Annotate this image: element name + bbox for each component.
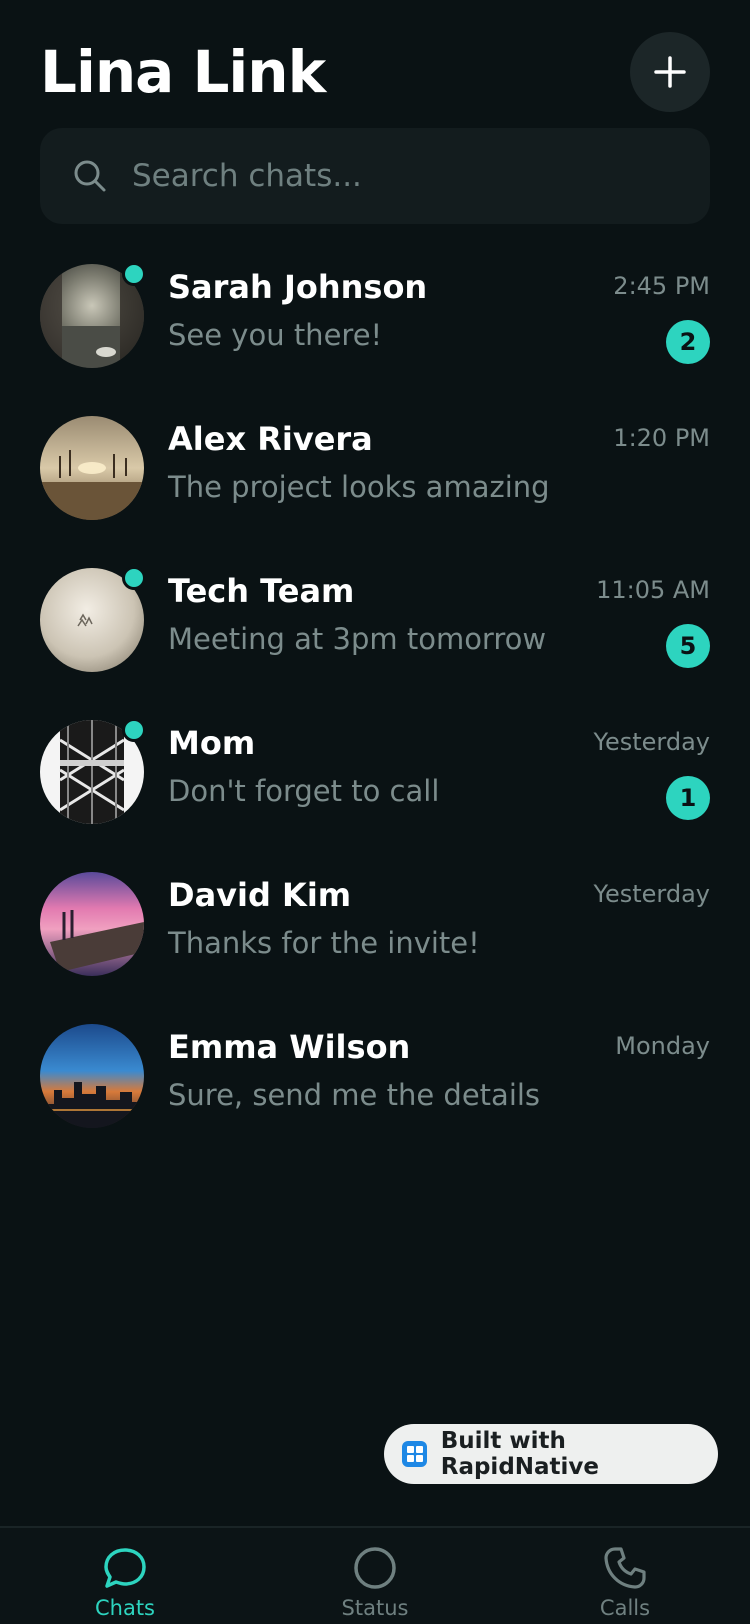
- tab-label: Calls: [599, 1596, 651, 1620]
- avatar: [40, 1024, 144, 1128]
- avatar-container: [40, 262, 146, 368]
- unread-count-badge: 5: [666, 624, 710, 668]
- built-with-badge[interactable]: Built with RapidNative: [384, 1424, 718, 1484]
- avatar-container: [40, 566, 146, 672]
- online-indicator: [122, 262, 146, 286]
- last-message: The project looks amazing: [168, 470, 550, 504]
- rapidnative-logo-icon: [402, 1441, 427, 1467]
- message-time: Yesterday: [593, 880, 710, 908]
- contact-name: Mom: [168, 724, 256, 762]
- contact-name: Sarah Johnson: [168, 268, 428, 306]
- chat-item-tech-team[interactable]: Tech Team Meeting at 3pm tomorrow 11:05 …: [40, 560, 710, 712]
- message-time: Yesterday: [593, 728, 710, 756]
- chat-bubble-icon: [104, 1548, 146, 1588]
- message-time: 2:45 PM: [613, 272, 710, 300]
- new-chat-button[interactable]: [630, 32, 710, 112]
- message-time: 1:20 PM: [613, 424, 710, 452]
- unread-count-badge: 1: [666, 776, 710, 820]
- last-message: Don't forget to call: [168, 774, 440, 808]
- contact-name: Emma Wilson: [168, 1028, 411, 1066]
- bottom-tab-bar: Chats Status Calls: [0, 1526, 750, 1624]
- status-circle-icon: [354, 1547, 396, 1589]
- tab-label: Chats: [94, 1596, 156, 1620]
- message-time: Monday: [615, 1032, 710, 1060]
- chat-list: Sarah Johnson See you there! 2:45 PM 2 A…: [40, 256, 710, 1168]
- search-input[interactable]: [132, 150, 672, 202]
- avatar-container: [40, 1024, 144, 1128]
- avatar-container: [40, 872, 144, 976]
- badge-label: Built with RapidNative: [440, 1428, 600, 1480]
- contact-name: Alex Rivera: [168, 420, 373, 458]
- contact-name: Tech Team: [168, 572, 355, 610]
- message-time: 11:05 AM: [596, 576, 710, 604]
- contact-name: David Kim: [168, 876, 352, 914]
- phone-icon: [604, 1547, 646, 1589]
- chat-item-david-kim[interactable]: David Kim Thanks for the invite! Yesterd…: [40, 864, 710, 1016]
- chat-item-emma-wilson[interactable]: Emma Wilson Sure, send me the details Mo…: [40, 1016, 710, 1168]
- search-bar[interactable]: [40, 128, 710, 224]
- header: Lina Link: [40, 30, 710, 114]
- avatar: [40, 872, 144, 976]
- avatar-container: [40, 718, 146, 824]
- page-title: Lina Link: [40, 38, 326, 106]
- chat-item-alex-rivera[interactable]: Alex Rivera The project looks amazing 1:…: [40, 408, 710, 560]
- online-indicator: [122, 566, 146, 590]
- last-message: Meeting at 3pm tomorrow: [168, 622, 547, 656]
- unread-count-badge: 2: [666, 320, 710, 364]
- tab-label: Status: [341, 1596, 409, 1620]
- tab-chats[interactable]: Chats: [25, 1528, 225, 1624]
- tab-calls[interactable]: Calls: [525, 1528, 725, 1624]
- chat-item-mom[interactable]: Mom Don't forget to call Yesterday 1: [40, 712, 710, 864]
- last-message: Thanks for the invite!: [168, 926, 480, 960]
- last-message: See you there!: [168, 318, 383, 352]
- avatar: [40, 416, 144, 520]
- tab-status[interactable]: Status: [275, 1528, 475, 1624]
- search-icon: [74, 160, 106, 192]
- online-indicator: [122, 718, 146, 742]
- last-message: Sure, send me the details: [168, 1078, 541, 1112]
- avatar-container: [40, 416, 144, 520]
- plus-icon: [654, 56, 686, 88]
- chat-item-sarah-johnson[interactable]: Sarah Johnson See you there! 2:45 PM 2: [40, 256, 710, 408]
